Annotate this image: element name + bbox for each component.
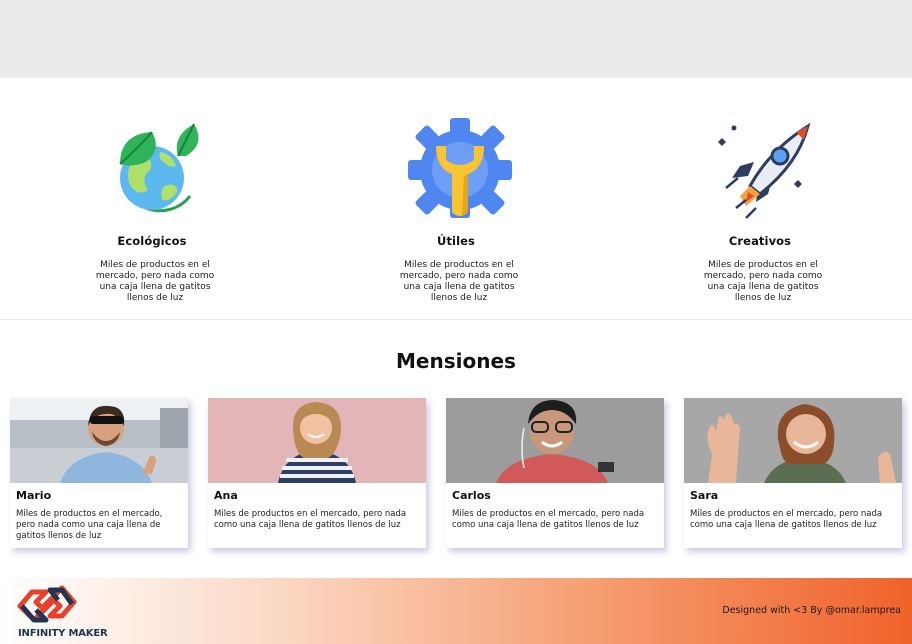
feature-description: Miles de productos en el mercado, pero n… bbox=[703, 260, 823, 303]
person-description: Miles de productos en el mercado, pero n… bbox=[16, 509, 163, 541]
feature-description: Miles de productos en el mercado, pero n… bbox=[399, 260, 519, 303]
person-photo bbox=[208, 398, 426, 483]
top-banner bbox=[0, 0, 912, 78]
mention-card-sara: Sara Miles de productos en el mercado, p… bbox=[684, 398, 902, 548]
feature-title: Útiles bbox=[437, 234, 475, 248]
logo-text: INFINITY MAKER bbox=[18, 628, 108, 639]
person-name: Carlos bbox=[452, 489, 491, 502]
wrench-gear-icon bbox=[408, 118, 512, 218]
person-name: Ana bbox=[214, 489, 238, 502]
footer: INFINITY MAKER Designed with <3 By @omar… bbox=[0, 578, 912, 644]
person-name: Sara bbox=[690, 489, 719, 502]
rocket-icon bbox=[718, 122, 811, 219]
person-photo bbox=[10, 398, 188, 483]
person-photo bbox=[446, 398, 664, 483]
person-name: Mario bbox=[16, 489, 52, 502]
person-photo bbox=[684, 398, 902, 483]
feature-title: Creativos bbox=[728, 234, 792, 248]
infinity-logo-icon bbox=[17, 585, 77, 623]
mention-card-carlos: Carlos Miles de productos en el mercado,… bbox=[446, 398, 664, 548]
feature-description: Miles de productos en el mercado, pero n… bbox=[95, 260, 215, 303]
mentions-title: Mensiones bbox=[396, 349, 516, 373]
designer-credit: Designed with <3 By @omar.lamprea bbox=[722, 605, 901, 616]
mention-card-mario: Mario Miles de productos en el mercado, … bbox=[10, 398, 188, 548]
infinity-maker-logo[interactable]: INFINITY MAKER bbox=[14, 582, 108, 642]
features-section: Ecológicos Miles de productos en el merc… bbox=[0, 78, 912, 320]
feature-title: Ecológicos bbox=[117, 234, 187, 248]
eco-globe-icon bbox=[119, 123, 199, 213]
mention-card-ana: Ana Miles de productos en el mercado, pe… bbox=[208, 398, 426, 548]
person-description: Miles de productos en el mercado, pero n… bbox=[452, 509, 645, 530]
person-description: Miles de productos en el mercado, pero n… bbox=[214, 509, 407, 530]
person-description: Miles de productos en el mercado, pero n… bbox=[690, 509, 883, 530]
